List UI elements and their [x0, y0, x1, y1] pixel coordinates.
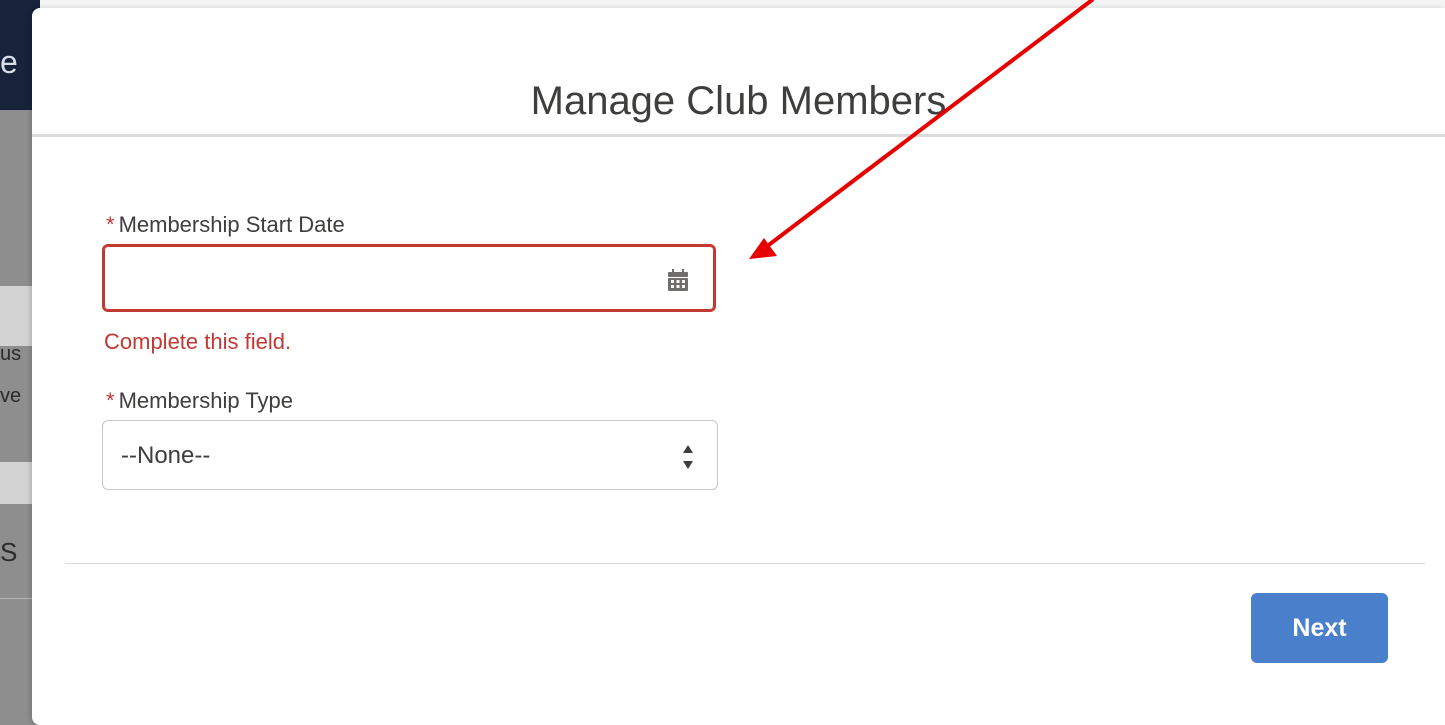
start-date-label: * Membership Start Date: [106, 211, 345, 239]
background-text-fragment: us: [0, 343, 22, 365]
calendar-icon[interactable]: [666, 268, 690, 292]
membership-type-label: * Membership Type: [106, 387, 293, 415]
membership-type-select[interactable]: --None--: [102, 420, 718, 490]
manage-club-members-modal: Manage Club Members * Membership Start Da…: [32, 8, 1445, 725]
screenshot-stage: e us ve S Manage Club Members * Membershi…: [0, 0, 1445, 725]
required-marker: *: [106, 388, 115, 413]
next-button[interactable]: Next: [1251, 593, 1388, 663]
up-down-arrows-icon: [683, 445, 693, 469]
start-date-label-text: Membership Start Date: [118, 212, 345, 237]
background-text-fragment: S: [0, 537, 18, 567]
membership-type-label-text: Membership Type: [118, 388, 294, 413]
required-marker: *: [106, 212, 115, 237]
footer-divider: [65, 563, 1425, 564]
start-date-input[interactable]: [102, 244, 716, 312]
modal-header: Manage Club Members: [32, 8, 1445, 137]
membership-type-selected-value: --None--: [121, 442, 211, 469]
background-text-fragment: ve: [0, 385, 22, 407]
start-date-error-message: Complete this field.: [104, 329, 292, 354]
background-header-text: e: [0, 44, 18, 80]
modal-title: Manage Club Members: [530, 79, 947, 124]
